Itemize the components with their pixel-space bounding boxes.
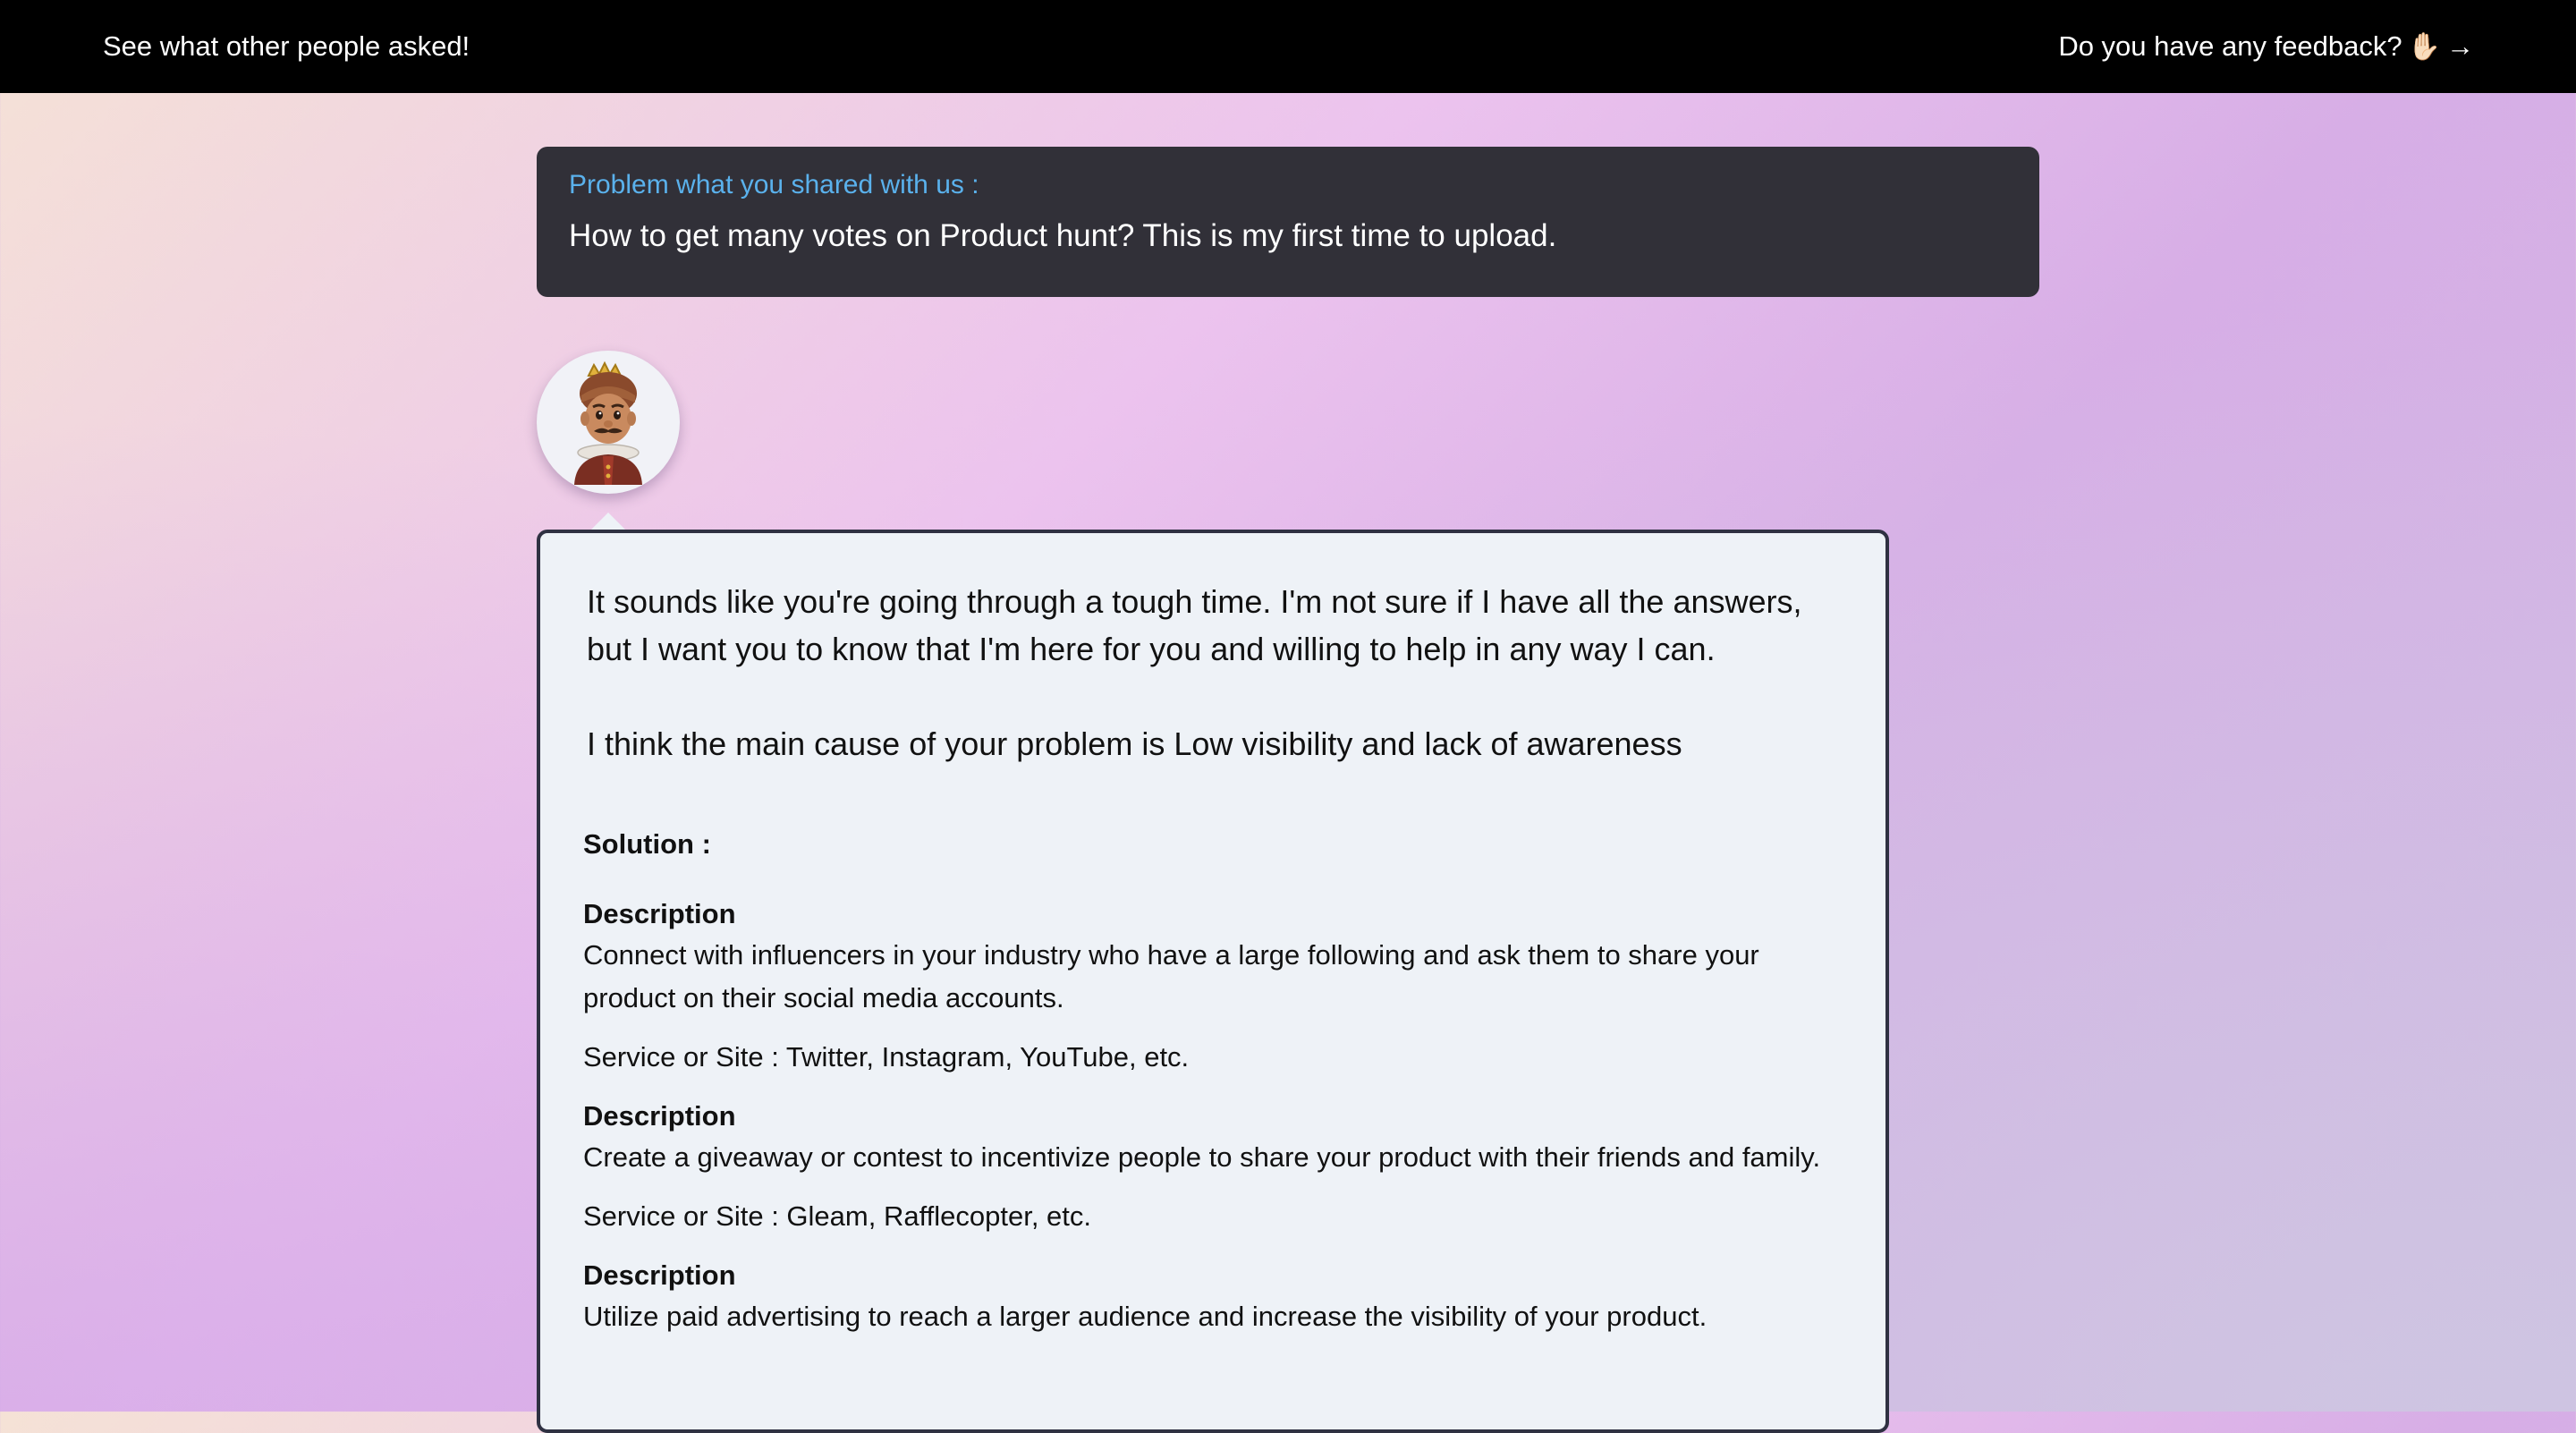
description-text: Connect with influencers in your industr… — [583, 939, 1759, 1013]
raised-hand-icon: ✋🏻 — [2407, 31, 2441, 62]
service-or-site: Service or Site : Gleam, Rafflecopter, e… — [583, 1200, 1092, 1232]
answer-card: It sounds like you're going through a to… — [537, 530, 1889, 1433]
solution-item: Description Create a giveaway or contest… — [583, 1097, 1843, 1236]
top-navigation-bar: See what other people asked! Do you have… — [0, 0, 2576, 93]
feedback-link[interactable]: Do you have any feedback? ✋🏻 → — [2058, 30, 2474, 63]
description-text: Utilize paid advertising to reach a larg… — [583, 1301, 1707, 1332]
feedback-label: Do you have any feedback? — [2058, 30, 2402, 62]
description-label: Description — [583, 898, 736, 929]
solution-item: Description Connect with influencers in … — [583, 895, 1843, 1077]
description-label: Description — [583, 1100, 736, 1132]
main-cause: I think the main cause of your problem i… — [587, 725, 1682, 762]
shared-problem-card: Problem what you shared with us : How to… — [537, 147, 2039, 297]
problem-label: Problem what you shared with us : — [569, 170, 979, 199]
see-other-questions-link[interactable]: See what other people asked! — [103, 30, 470, 63]
solution-item: Description Utilize paid advertising to … — [583, 1256, 1843, 1338]
service-or-site: Service or Site : Twitter, Instagram, Yo… — [583, 1041, 1190, 1073]
king-avatar-icon — [574, 360, 642, 485]
description-label: Description — [583, 1259, 736, 1291]
problem-text: How to get many votes on Product hunt? T… — [569, 218, 1557, 253]
solution-heading: Solution : — [583, 828, 711, 860]
answer-intro: It sounds like you're going through a to… — [587, 583, 1802, 667]
arrow-right-icon: → — [2446, 30, 2474, 62]
description-text: Create a giveaway or contest to incentiv… — [583, 1141, 1821, 1173]
king-avatar — [537, 351, 680, 494]
